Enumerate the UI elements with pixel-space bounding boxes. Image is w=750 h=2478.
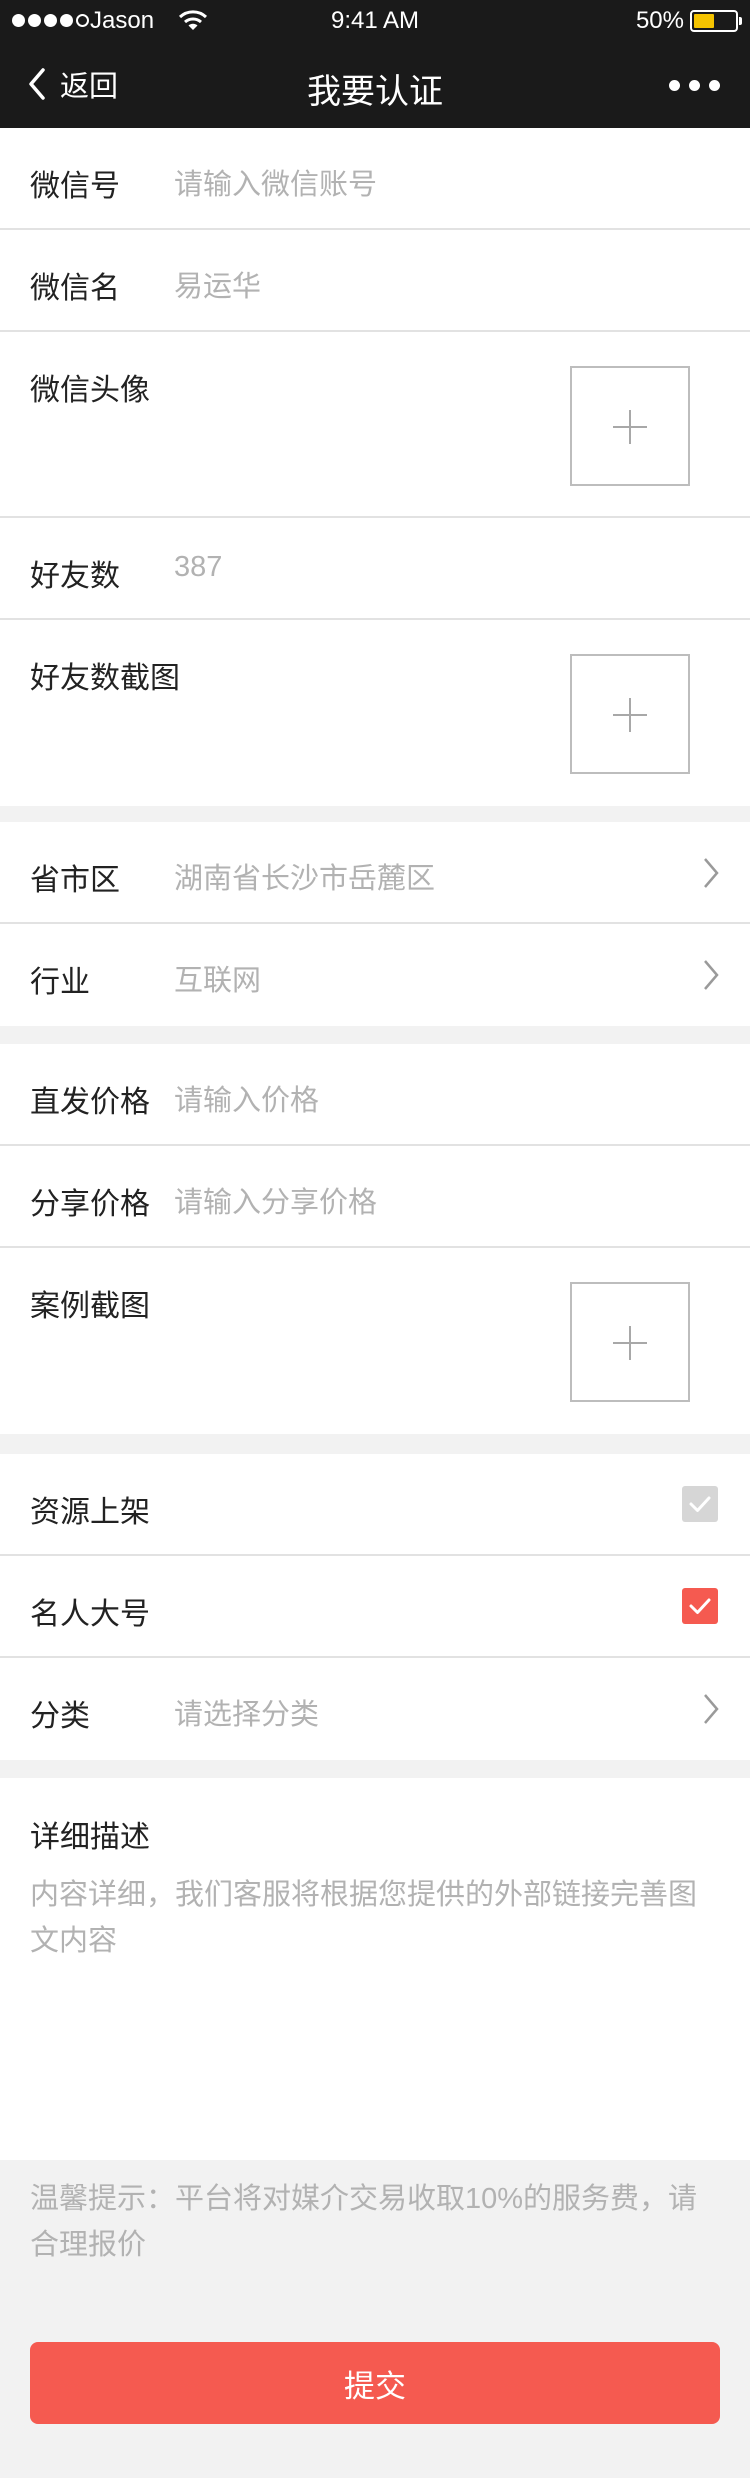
chevron-right-icon (704, 1694, 719, 1724)
more-icon[interactable] (669, 80, 720, 91)
wechat-id-input[interactable]: 请输入微信账号 (174, 161, 377, 203)
category-label: 分类 (30, 1700, 90, 1733)
industry-label: 行业 (30, 966, 90, 999)
resource-listing-checkbox[interactable] (682, 1486, 718, 1522)
more-dot (669, 80, 680, 91)
status-bar: Jason 9:41 AM 50% (0, 0, 750, 44)
service-fee-tip: 温馨提示：平台将对媒介交易收取10%的服务费，请合理报价 (30, 2183, 698, 2261)
case-screenshot-row: 案例截图 (0, 1248, 750, 1434)
friends-count-label: 好友数 (30, 560, 120, 593)
avatar-upload-button[interactable] (570, 366, 690, 486)
celebrity-checkbox[interactable] (682, 1588, 718, 1624)
wechat-id-row[interactable]: 微信号 请输入微信账号 (0, 128, 750, 230)
description-textarea[interactable]: 内容详细，我们客服将根据您提供的外部链接完善图文内容 (30, 1872, 720, 1964)
more-dot (709, 80, 720, 91)
chevron-left-icon (29, 68, 45, 100)
friends-screenshot-row: 好友数截图 (0, 620, 750, 806)
share-price-label: 分享价格 (30, 1188, 150, 1221)
celebrity-label: 名人大号 (30, 1598, 150, 1631)
region-row[interactable]: 省市区 湖南省长沙市岳麓区 (0, 822, 750, 924)
back-button[interactable]: 返回 (26, 62, 118, 106)
wechat-info-section: 微信号 请输入微信账号 微信名 易运华 微信头像 好友数 387 好友数截图 (0, 128, 750, 806)
case-screenshot-upload-button[interactable] (570, 1282, 690, 1402)
share-price-row[interactable]: 分享价格 请输入分享价格 (0, 1146, 750, 1248)
description-label: 详细描述 (30, 1821, 150, 1854)
region-label: 省市区 (30, 864, 120, 897)
category-row[interactable]: 分类 请选择分类 (0, 1658, 750, 1760)
celebrity-row[interactable]: 名人大号 (0, 1556, 750, 1658)
share-price-input[interactable]: 请输入分享价格 (174, 1179, 377, 1221)
friends-screenshot-label: 好友数截图 (30, 662, 180, 695)
industry-value: 互联网 (174, 965, 262, 997)
wechat-name-label: 微信名 (30, 272, 120, 305)
more-dot (689, 80, 700, 91)
friends-screenshot-upload-button[interactable] (570, 654, 690, 774)
submit-button[interactable]: 提交 (30, 2342, 720, 2424)
description-section: 详细描述 内容详细，我们客服将根据您提供的外部链接完善图文内容 (0, 1778, 750, 2160)
top-bar: Jason 9:41 AM 50% 返回 我要认证 (0, 0, 750, 128)
battery-percent: 50% (635, 7, 684, 34)
battery-cap (739, 17, 742, 25)
direct-price-input[interactable]: 请输入价格 (174, 1077, 319, 1119)
case-screenshot-label: 案例截图 (30, 1290, 150, 1323)
location-section: 省市区 湖南省长沙市岳麓区 行业 互联网 (0, 822, 750, 1026)
region-value: 湖南省长沙市岳麓区 (174, 863, 436, 895)
nav-bar: 返回 我要认证 (0, 44, 750, 128)
direct-price-label: 直发价格 (30, 1086, 150, 1119)
wechat-name-input[interactable]: 易运华 (174, 263, 261, 305)
wechat-id-label: 微信号 (30, 170, 120, 203)
direct-price-row[interactable]: 直发价格 请输入价格 (0, 1044, 750, 1146)
wechat-name-row[interactable]: 微信名 易运华 (0, 230, 750, 332)
check-icon (689, 1598, 711, 1614)
price-section: 直发价格 请输入价格 分享价格 请输入分享价格 案例截图 (0, 1044, 750, 1434)
wechat-avatar-row: 微信头像 (0, 332, 750, 518)
chevron-right-icon (704, 960, 719, 990)
options-section: 资源上架 名人大号 分类 请选择分类 (0, 1454, 750, 1760)
battery-level (694, 14, 714, 28)
industry-row[interactable]: 行业 互联网 (0, 924, 750, 1026)
friends-count-input[interactable]: 387 (174, 551, 222, 584)
check-icon (689, 1496, 711, 1512)
friends-count-row[interactable]: 好友数 387 (0, 518, 750, 620)
chevron-right-icon (704, 858, 719, 888)
battery-icon (690, 10, 742, 32)
category-select[interactable]: 请选择分类 (174, 1691, 319, 1733)
resource-listing-label: 资源上架 (30, 1496, 150, 1529)
wechat-avatar-label: 微信头像 (30, 374, 150, 407)
back-label: 返回 (60, 71, 119, 103)
resource-listing-row[interactable]: 资源上架 (0, 1454, 750, 1556)
